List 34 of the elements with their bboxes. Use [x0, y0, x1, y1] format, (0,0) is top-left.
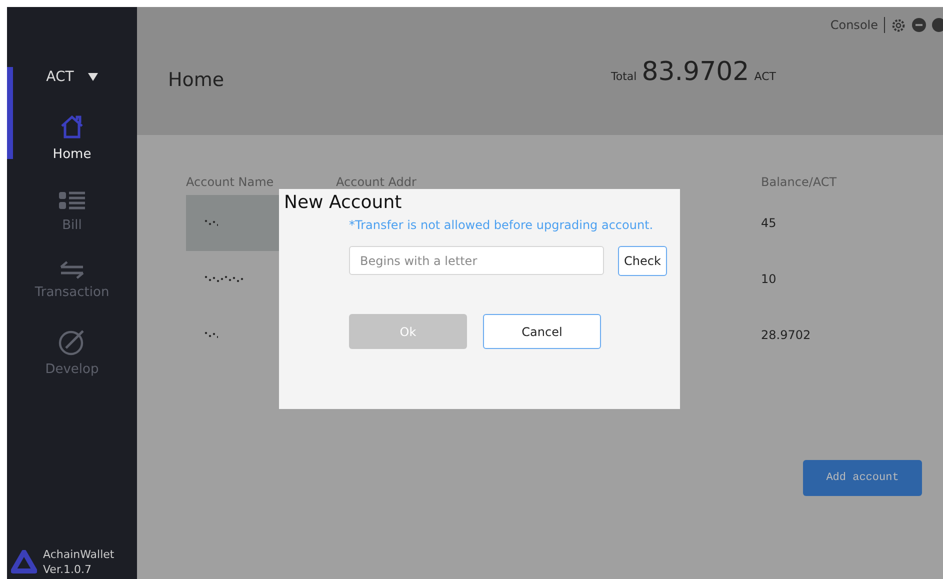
cancel-button[interactable]: Cancel	[483, 314, 601, 349]
nav-item[interactable]: Bill	[12, 186, 132, 237]
caret-icon	[88, 73, 98, 81]
account-name-cell[interactable]	[186, 195, 280, 251]
column-header: Account Name	[186, 175, 275, 189]
nav-item[interactable]: Develop	[12, 324, 132, 381]
settings-icon[interactable]	[891, 18, 906, 32]
console-link[interactable]: Console	[830, 18, 878, 32]
obscured-name-icon	[204, 331, 218, 339]
compass-icon	[58, 328, 86, 356]
page-title: Home	[168, 69, 226, 91]
total-value: 83.9702	[642, 57, 750, 87]
version-label: Ver.1.0.7	[43, 562, 92, 577]
currency-dropdown[interactable]: ACT	[42, 65, 102, 89]
obscured-name-icon	[204, 219, 218, 227]
nav-item[interactable]: Transaction	[12, 257, 132, 304]
total-label: Total	[611, 70, 637, 83]
minimize-icon[interactable]	[912, 18, 926, 32]
app-name: AchainWallet	[43, 547, 114, 562]
balance-cell-text: 45	[761, 216, 778, 230]
check-button[interactable]: Check	[618, 246, 667, 276]
column-header: Account Addr	[336, 175, 418, 189]
column-header: Balance/ACT	[761, 175, 838, 189]
dialog-title: New Account	[283, 191, 403, 215]
list-icon	[59, 190, 85, 212]
unit-label: ACT	[754, 70, 776, 83]
add-account-button[interactable]: Add account	[803, 460, 922, 496]
account-name-field[interactable]: Begins with a letter	[349, 246, 604, 275]
balance-cell-text: 10	[761, 272, 778, 286]
swap-arrows-icon	[59, 261, 85, 279]
close-icon[interactable]	[932, 18, 943, 32]
triangle-logo-icon	[11, 550, 37, 574]
balance-cell-text: 28.9702	[761, 328, 812, 342]
notice-text: *Transfer is not allowed before upgrading account.	[349, 218, 654, 232]
